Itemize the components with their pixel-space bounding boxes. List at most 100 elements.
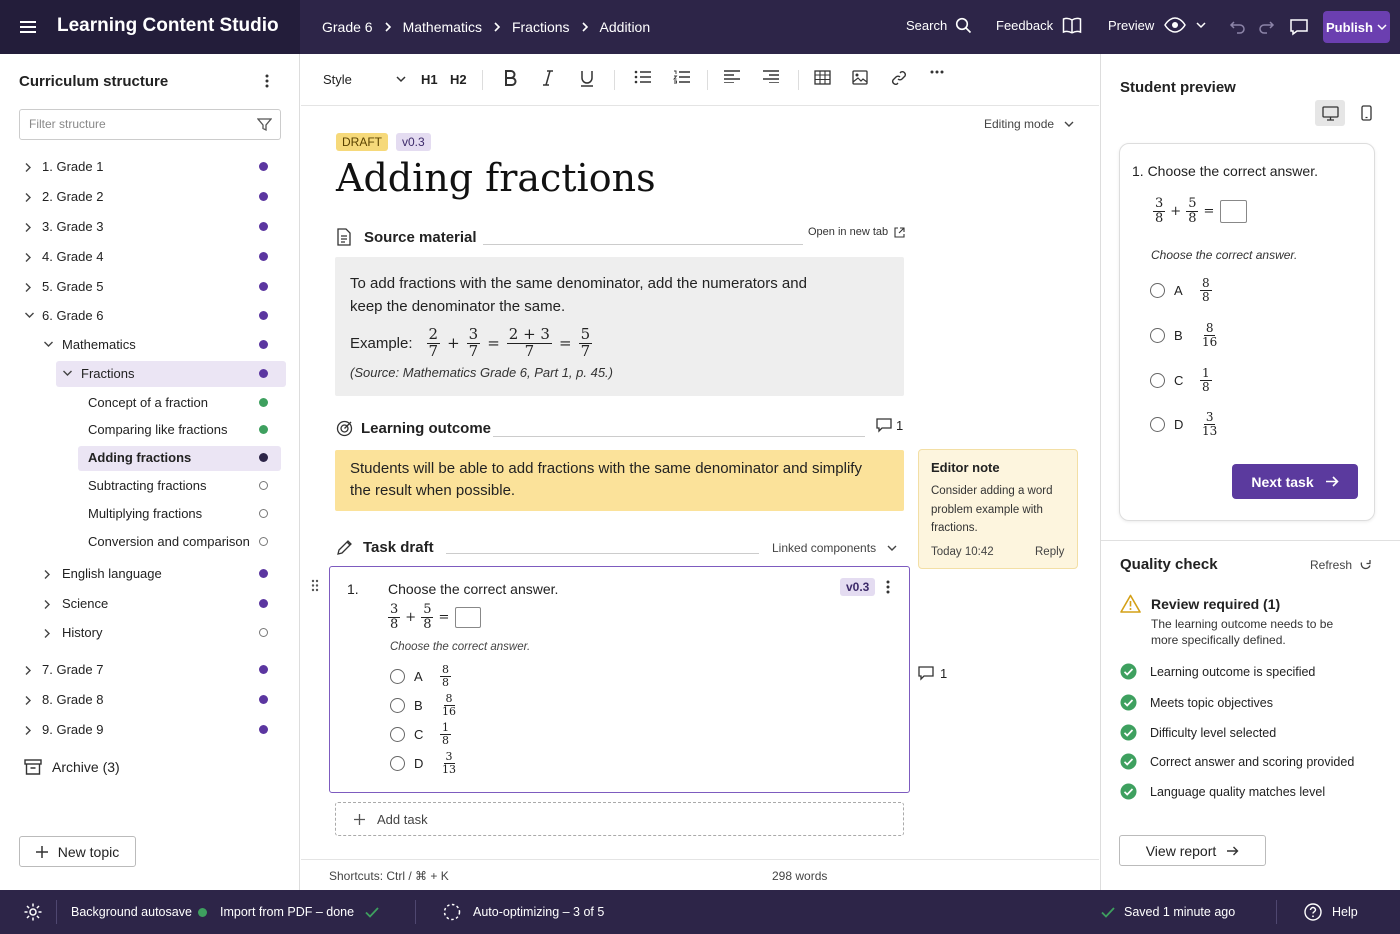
tree-item[interactable]: Concept of a fraction [0,390,300,416]
linked-components-dropdown[interactable]: Linked components [772,541,897,555]
breadcrumb-grade[interactable]: Grade 6 [322,19,373,35]
answer-option[interactable]: A 88 [390,664,451,688]
breadcrumb-current[interactable]: Addition [600,19,651,35]
tree-item[interactable]: Comparing like fractions [0,417,300,443]
answer-option[interactable]: A 88 [1150,277,1212,303]
numbered-list-button[interactable] [673,70,690,84]
tree-item[interactable]: 3. Grade 3 [0,214,300,240]
answer-option[interactable]: D 3 13 [1150,411,1219,437]
mobile-view-toggle[interactable] [1353,100,1379,126]
archive-item[interactable]: Archive (3) [24,759,120,775]
tree-item[interactable]: 6. Grade 6 [0,303,300,329]
tree-item[interactable]: English language [0,561,300,587]
chevron-right-icon[interactable] [24,665,32,676]
undo-icon[interactable] [1229,19,1246,34]
heading2-button[interactable]: H2 [450,72,467,87]
radio-button[interactable] [1150,416,1165,432]
task-comments-button[interactable]: 1 [918,666,947,681]
breadcrumb-topic[interactable]: Fractions [512,19,570,35]
chevron-right-icon[interactable] [24,282,32,293]
chevron-right-icon[interactable] [24,252,32,263]
filter-icon[interactable] [257,117,272,132]
menu-icon[interactable] [18,17,38,37]
preview-answer-box[interactable] [1220,199,1248,223]
view-report-button[interactable]: View report [1119,835,1266,866]
tree-item[interactable]: 1. Grade 1 [0,154,300,180]
tree-item[interactable]: 5. Grade 5 [0,274,300,300]
tree-item[interactable]: Fractions [0,361,300,387]
answer-option[interactable]: B 8 16 [390,693,458,717]
search-button[interactable]: Search [906,17,972,34]
align-left-button[interactable] [724,70,740,83]
note-reply-button[interactable]: Reply [1035,546,1064,558]
answer-option[interactable]: B 8 16 [1150,322,1219,348]
desktop-view-toggle[interactable] [1315,100,1345,126]
link-button[interactable] [891,70,907,86]
bullet-list-button[interactable] [634,70,651,84]
align-right-button[interactable] [763,70,779,83]
more-options-icon[interactable] [265,74,269,88]
chevron-right-icon[interactable] [24,695,32,706]
radio-button[interactable] [1150,327,1165,343]
tree-item[interactable]: Conversion and comparison [0,529,300,555]
chevron-right-icon[interactable] [43,599,51,610]
chevron-down-icon[interactable] [43,340,54,348]
tree-item[interactable]: Subtracting fractions [0,473,300,499]
new-topic-button[interactable]: New topic [19,836,136,867]
tree-item[interactable]: 8. Grade 8 [0,687,300,713]
more-tools-button[interactable] [930,70,944,74]
tree-item[interactable]: Mathematics [0,332,300,358]
tree-item[interactable]: Adding fractions [0,445,300,471]
outcome-comments-button[interactable]: 1 [876,418,903,433]
heading1-button[interactable]: H1 [421,72,438,87]
answer-option[interactable]: D 3 13 [390,751,458,775]
italic-button[interactable] [542,70,554,86]
refresh-button[interactable]: Refresh [1310,558,1372,572]
answer-box[interactable] [455,606,482,628]
comment-icon[interactable] [1289,18,1309,36]
table-button[interactable] [814,70,831,85]
open-new-tab-link[interactable]: Open in new tab [808,226,905,238]
chevron-down-icon[interactable] [62,369,73,377]
publish-button[interactable]: Publish [1323,11,1390,43]
redo-icon[interactable] [1258,19,1275,34]
add-task-button[interactable]: Add task [335,802,904,836]
style-dropdown[interactable]: Style [323,72,406,87]
breadcrumb-subject[interactable]: Mathematics [403,19,482,35]
feedback-button[interactable]: Feedback [996,17,1082,34]
drag-handle-icon[interactable] [311,579,319,592]
radio-button[interactable] [390,755,405,771]
learning-outcome-box[interactable]: Students will be able to add fractions w… [335,450,904,511]
radio-button[interactable] [390,697,405,713]
tree-item[interactable]: History [0,620,300,646]
next-task-button[interactable]: Next task [1232,464,1358,499]
settings-button[interactable] [23,890,43,934]
filter-input[interactable] [29,117,249,131]
tree-item[interactable]: Science [0,591,300,617]
tree-item[interactable]: 2. Grade 2 [0,184,300,210]
tree-item[interactable]: 7. Grade 7 [0,657,300,683]
chevron-down-icon[interactable] [24,311,35,319]
task-card[interactable]: 1. Choose the correct answer. v0.3 38 + … [329,566,910,793]
tree-item[interactable]: Multiplying fractions [0,501,300,527]
radio-button[interactable] [390,668,405,684]
help-button[interactable]: Help [1304,890,1358,934]
radio-button[interactable] [390,726,405,742]
image-button[interactable] [852,70,868,85]
preview-button[interactable]: Preview [1108,17,1206,33]
radio-button[interactable] [1150,372,1165,388]
answer-option[interactable]: C 18 [1150,367,1212,393]
tree-item[interactable]: 9. Grade 9 [0,717,300,743]
tree-item[interactable]: 4. Grade 4 [0,244,300,270]
chevron-right-icon[interactable] [24,222,32,233]
chevron-right-icon[interactable] [24,162,32,173]
more-options-icon[interactable] [886,580,890,594]
radio-button[interactable] [1150,282,1165,298]
chevron-right-icon[interactable] [24,192,32,203]
chevron-right-icon[interactable] [43,628,51,639]
answer-option[interactable]: C 18 [390,722,451,746]
underline-button[interactable] [580,70,594,87]
bold-button[interactable] [504,70,517,86]
chevron-right-icon[interactable] [24,725,32,736]
chevron-right-icon[interactable] [43,569,51,580]
